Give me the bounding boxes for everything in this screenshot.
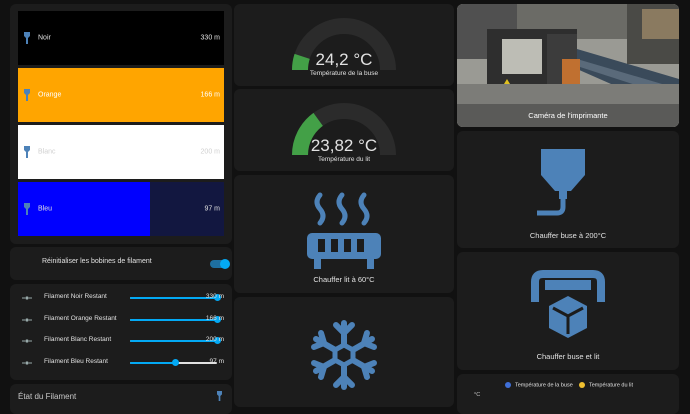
ray-vertex-icon xyxy=(22,361,32,365)
slider-track[interactable] xyxy=(130,294,221,301)
spool-name: Orange xyxy=(38,91,62,99)
spool-bar-blanc: Blanc 200 m xyxy=(18,125,224,179)
slider-label: Filament Blanc Restant xyxy=(44,336,112,343)
legend-nozzle[interactable]: Température de la buse xyxy=(505,382,573,388)
heat-both-button[interactable]: Chauffer buse et lit xyxy=(457,252,679,370)
slider-value: 97 m xyxy=(209,358,224,365)
spool-value: 166 m xyxy=(200,91,220,99)
printer-camera[interactable]: Caméra de l'imprimante xyxy=(457,4,679,127)
spool-name: Noir xyxy=(38,34,51,42)
spool-icon xyxy=(24,32,30,44)
spool-icon xyxy=(217,391,222,401)
bed-gauge-label: Température du lit xyxy=(317,156,371,163)
slider-label: Filament Noir Restant xyxy=(44,293,107,300)
spool-icon xyxy=(24,146,30,158)
printer-nozzle-icon xyxy=(537,149,585,216)
heat-nozzle-label: Chauffer buse à 200°C xyxy=(529,231,607,240)
spool-bar-noir: Noir 330 m xyxy=(18,11,224,65)
radiator-heat-icon xyxy=(307,192,381,269)
spool-bar-bleu: Bleu 97 m xyxy=(18,182,224,236)
slider-label: Filament Bleu Restant xyxy=(44,358,108,365)
slider-track[interactable] xyxy=(130,359,217,366)
slider-value: 330 m xyxy=(205,293,224,300)
spool-name: Bleu xyxy=(38,205,53,213)
slider-value: 200 m xyxy=(205,336,224,343)
spool-value: 97 m xyxy=(204,205,220,213)
reset-card: Réinitialiser les bobines de filament xyxy=(10,247,232,280)
slider-track[interactable] xyxy=(130,337,221,344)
slider-value: 166 m xyxy=(205,315,224,322)
cool-button[interactable] xyxy=(234,297,454,407)
spool-name: Blanc xyxy=(38,148,56,156)
reset-label: Réinitialiser les bobines de filament xyxy=(42,258,152,265)
printer-3d-icon xyxy=(531,270,605,338)
filament-state-title: État du Filament xyxy=(18,392,77,401)
ray-vertex-icon xyxy=(22,318,32,322)
nozzle-gauge-value: 24,2 °C xyxy=(315,50,373,69)
heat-nozzle-button[interactable]: Chauffer buse à 200°C xyxy=(457,131,679,248)
slider-track[interactable] xyxy=(130,316,221,323)
history-unit: °C xyxy=(474,392,481,398)
temperature-history-card: Température de la buse Température du li… xyxy=(457,374,679,414)
spool-icon xyxy=(24,203,30,215)
ray-vertex-icon xyxy=(22,339,32,343)
snowflake-icon xyxy=(311,320,377,390)
camera-label: Caméra de l'imprimante xyxy=(528,111,608,120)
camera-feed-image xyxy=(457,4,679,127)
legend-bed[interactable]: Température du lit xyxy=(579,382,633,388)
reset-toggle[interactable] xyxy=(206,257,230,271)
slider-row: Filament Bleu Restant 97 m xyxy=(18,356,224,370)
heat-bed-label: Chauffer lit à 60°C xyxy=(313,275,375,284)
slider-label: Filament Orange Restant xyxy=(44,315,117,322)
nozzle-gauge-label: Température de la buse xyxy=(309,70,379,77)
bed-gauge-card: 23,82 °C Température du lit xyxy=(234,89,454,171)
spool-icon xyxy=(24,89,30,101)
nozzle-gauge-card: 24,2 °C Température de la buse xyxy=(234,4,454,86)
spool-value: 200 m xyxy=(200,148,220,156)
slider-row: Filament Blanc Restant 200 m xyxy=(18,334,224,348)
filament-state-card: État du Filament xyxy=(10,384,232,414)
slider-row: Filament Orange Restant 166 m xyxy=(18,313,224,327)
heat-bed-button[interactable]: Chauffer lit à 60°C xyxy=(234,175,454,293)
ray-vertex-icon xyxy=(22,296,32,300)
slider-handle[interactable] xyxy=(172,359,180,366)
spool-bar-orange: Orange 166 m xyxy=(18,68,224,122)
slider-row: Filament Noir Restant 330 m xyxy=(18,291,224,305)
heat-both-label: Chauffer buse et lit xyxy=(536,352,600,361)
spool-value: 330 m xyxy=(200,34,220,42)
bed-gauge-value: 23,82 °C xyxy=(310,136,378,155)
